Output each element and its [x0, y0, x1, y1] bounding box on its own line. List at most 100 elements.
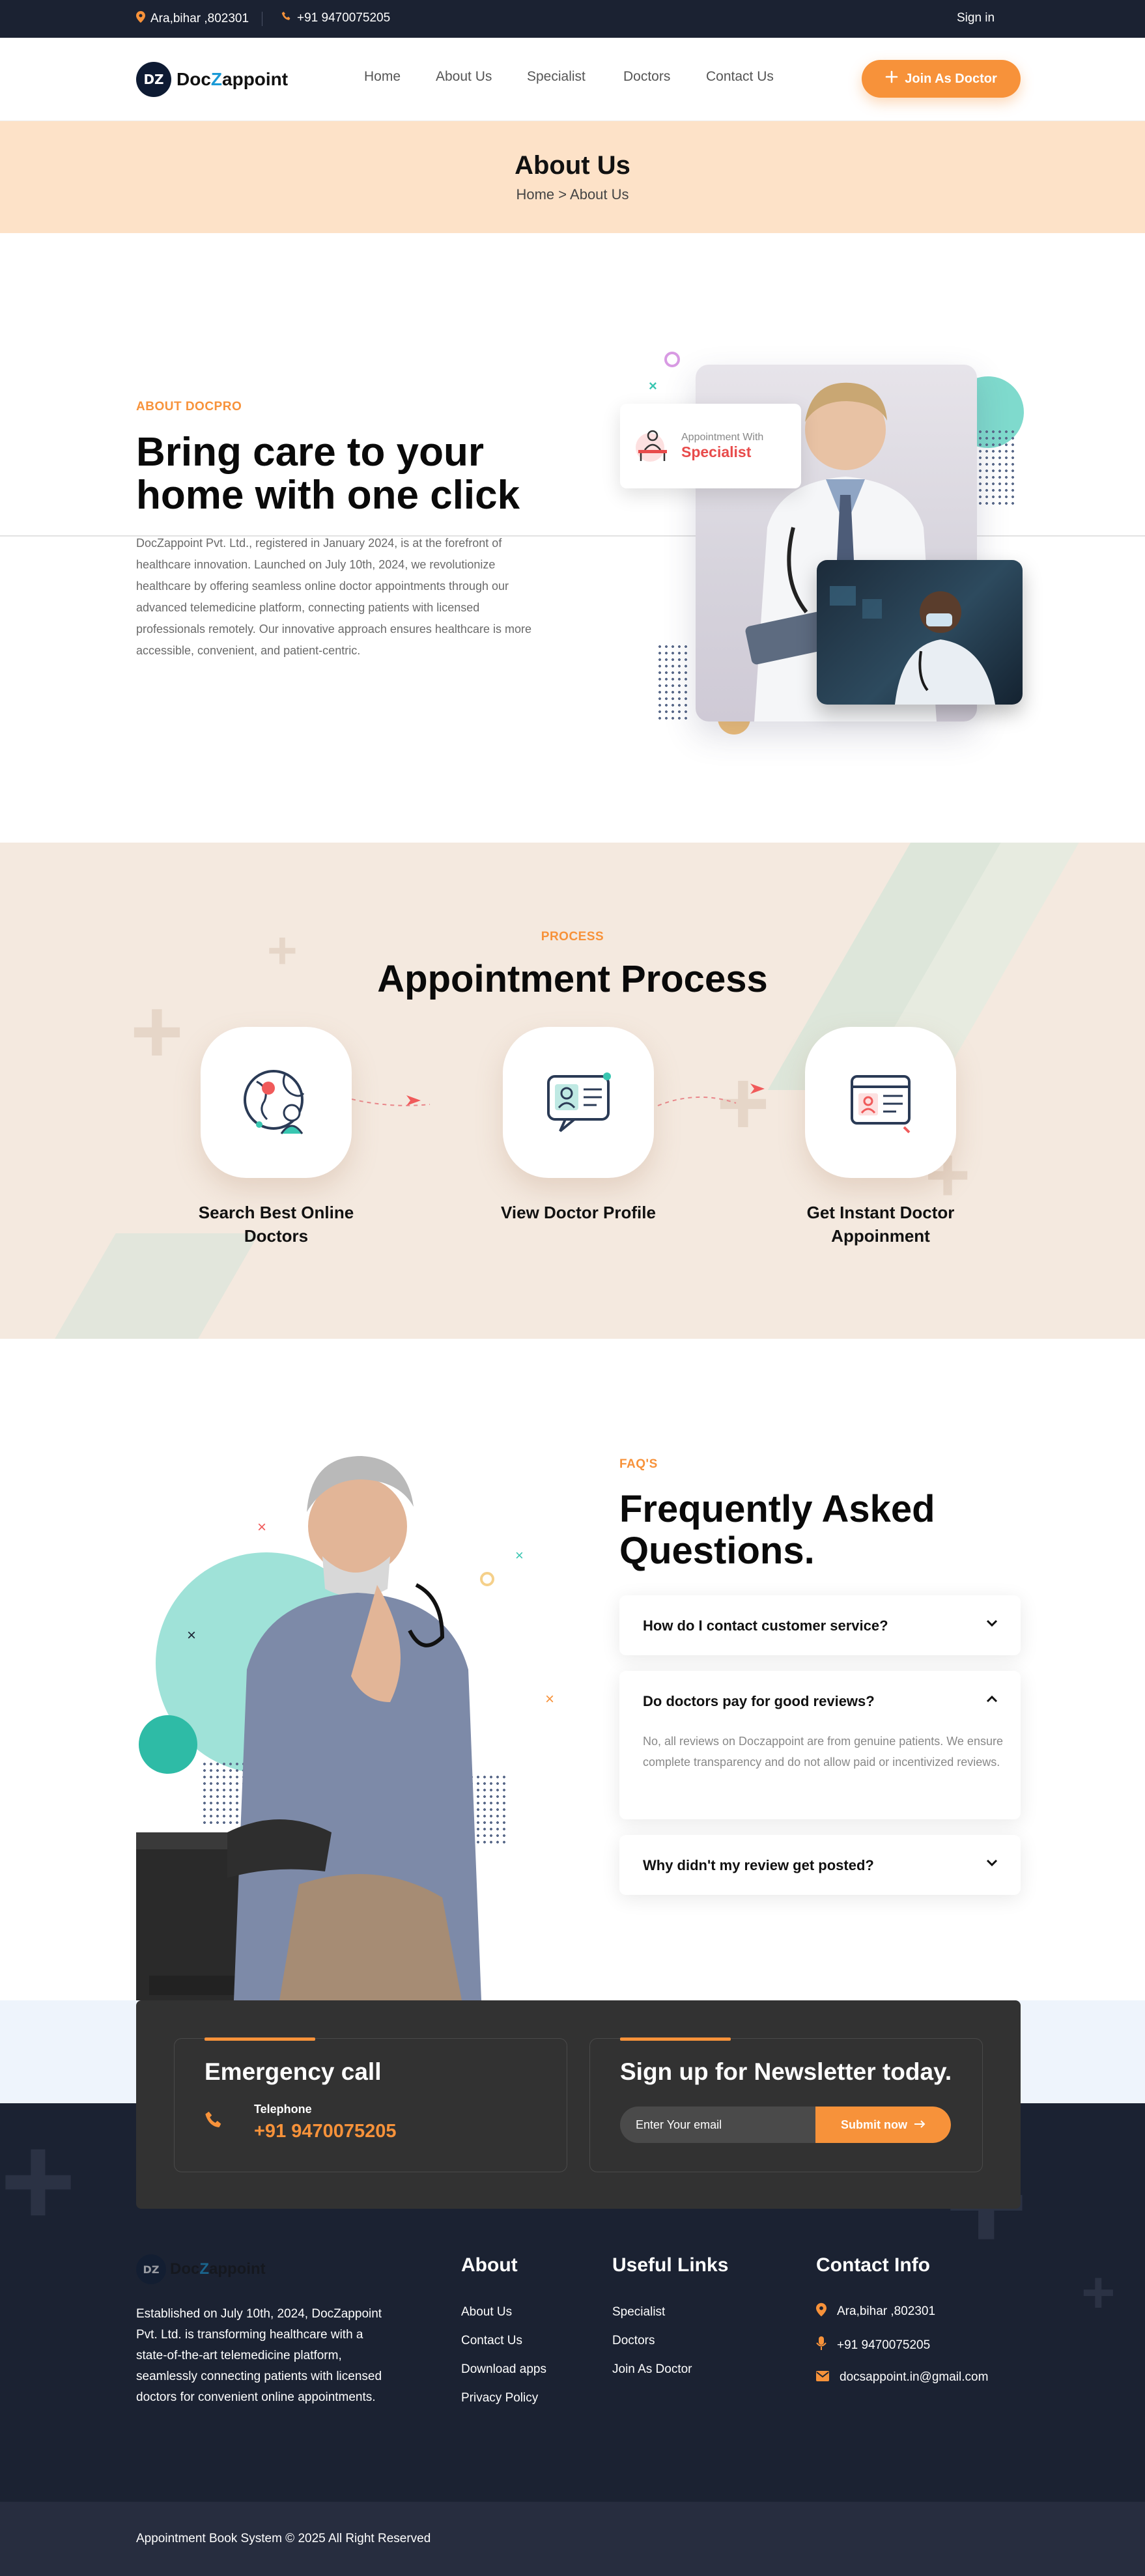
- join-as-doctor-label: Join As Doctor: [905, 71, 997, 86]
- dots-decoration: [970, 428, 1016, 507]
- step-search-label: Search Best Online Doctors: [198, 1203, 354, 1246]
- faq-question: How do I contact customer service?: [643, 1617, 888, 1634]
- process-title: Appointment Process: [377, 958, 768, 1000]
- cross-decoration: ×: [649, 378, 657, 394]
- cta-card: Emergency call Telephone +91 9470075205 …: [136, 2000, 1021, 2209]
- footer-link-privacy[interactable]: Privacy Policy: [461, 2391, 538, 2405]
- breadcrumb: Home > About Us: [0, 186, 1145, 203]
- page-title: About Us: [515, 151, 630, 180]
- mail-icon: [816, 2370, 829, 2385]
- about-paragraph: DocZappoint Pvt. Ltd., registered in Jan…: [136, 537, 531, 657]
- step-appointment-label: Get Instant Doctor Appoinment: [806, 1203, 955, 1246]
- appointment-small-text: Appointment With: [681, 431, 764, 443]
- submit-label: Submit now: [841, 2118, 907, 2131]
- step-profile-card[interactable]: [503, 1027, 654, 1178]
- orange-accent-line: [205, 2037, 315, 2041]
- globe-doctor-icon: [237, 1062, 315, 1143]
- faq-item-review-posted[interactable]: Why didn't my review get posted?: [619, 1835, 1021, 1895]
- faq-answer: No, all reviews on Doczappoint are from …: [643, 1735, 1003, 1769]
- copyright-bar: Appointment Book System © 2025 All Right…: [0, 2502, 1145, 2576]
- footer-link-contact-us[interactable]: Contact Us: [461, 2334, 522, 2348]
- newsletter-submit-button[interactable]: Submit now: [815, 2107, 951, 2143]
- breadcrumb-home[interactable]: Home: [516, 186, 554, 203]
- topbar-address: Ara,bihar ,802301: [136, 11, 249, 27]
- footer-about-heading: About: [461, 2254, 518, 2276]
- join-as-doctor-button[interactable]: Join As Doctor: [862, 60, 1021, 98]
- breadcrumb-separator: >: [558, 186, 567, 203]
- about-heading: Bring care to your home with one click: [136, 430, 520, 518]
- appointment-card: Appointment With Specialist: [620, 404, 801, 488]
- footer-link-join[interactable]: Join As Doctor: [612, 2362, 692, 2377]
- step-search-card[interactable]: [201, 1027, 352, 1178]
- plus-icon: [885, 70, 898, 87]
- footer-contact-phone[interactable]: +91 9470075205: [816, 2336, 930, 2354]
- header: DZ DocZappoint Home About Us Specialist …: [0, 38, 1145, 121]
- breadcrumb-current: About Us: [570, 186, 629, 203]
- faq-title: Frequently Asked Questions.: [619, 1488, 935, 1572]
- about-eyebrow: ABOUT DOCPRO: [136, 400, 242, 413]
- page-banner: About Us Home > About Us: [0, 121, 1145, 233]
- newsletter-email-input[interactable]: [620, 2107, 815, 2143]
- telephone-label: Telephone: [254, 2103, 312, 2116]
- arrow-right-icon: [914, 2118, 926, 2132]
- topbar-phone[interactable]: +91 9470075205: [281, 11, 390, 25]
- faq-question: Why didn't my review get posted?: [643, 1857, 874, 1873]
- topbar-phone-text: +91 9470075205: [297, 11, 391, 25]
- dots-decoration-left: [657, 643, 689, 721]
- phone-icon: [281, 11, 292, 25]
- nav-home[interactable]: Home: [364, 69, 401, 85]
- footer-contact-email[interactable]: docsappoint.in@gmail.com: [816, 2370, 988, 2385]
- doctor-desk-icon: [633, 425, 672, 468]
- plus-decoration: +: [130, 980, 184, 1082]
- nav-contact[interactable]: Contact Us: [706, 69, 774, 85]
- appointment-screen-icon: [841, 1062, 920, 1143]
- signin-link[interactable]: Sign in: [957, 11, 995, 25]
- telephone-number[interactable]: +91 9470075205: [254, 2121, 397, 2142]
- footer-contact-heading: Contact Info: [816, 2254, 930, 2276]
- step-profile-label: View Doctor Profile: [501, 1203, 656, 1222]
- ring-decoration: [664, 352, 680, 367]
- newsletter-form: Submit now: [620, 2107, 951, 2143]
- chevron-up-icon: [985, 1690, 998, 1707]
- top-bar: Ara,bihar ,802301 +91 9470075205 Sign in: [0, 0, 1145, 38]
- logo-text: DocZappoint: [177, 69, 289, 89]
- topbar-address-text: Ara,bihar ,802301: [150, 12, 249, 25]
- footer-logo[interactable]: DZ DocZappoint: [136, 2254, 266, 2284]
- faq-question: Do doctors pay for good reviews?: [643, 1693, 875, 1709]
- process-section: + + + + PROCESS Appointment Process Sear…: [0, 843, 1145, 1339]
- emergency-box: Emergency call Telephone +91 9470075205: [174, 2037, 567, 2172]
- copyright-text: Appointment Book System © 2025 All Right…: [136, 2532, 431, 2545]
- footer-link-specialist[interactable]: Specialist: [612, 2305, 665, 2319]
- location-pin-icon: [816, 2303, 827, 2320]
- footer-about-text: Established on July 10th, 2024, DocZappo…: [136, 2307, 382, 2404]
- process-eyebrow: PROCESS: [541, 930, 604, 944]
- thinking-man-photo: [136, 1456, 481, 2000]
- footer-contact-address: Ara,bihar ,802301: [816, 2303, 935, 2320]
- footer-link-about-us[interactable]: About Us: [461, 2305, 512, 2319]
- newsletter-title: Sign up for Newsletter today.: [620, 2058, 952, 2085]
- teal-stripe-decoration-3: [40, 1233, 259, 1339]
- orange-accent-line: [620, 2037, 731, 2041]
- about-illustration: × Appointment With Specialist: [620, 352, 1024, 735]
- footer-link-download-apps[interactable]: Download apps: [461, 2362, 546, 2377]
- nav-specialist[interactable]: Specialist: [527, 69, 586, 85]
- faq-illustration: × × × ×: [136, 1429, 554, 2000]
- chevron-down-icon: [985, 1855, 998, 1871]
- profile-chat-icon: [539, 1062, 617, 1143]
- footer-link-doctors[interactable]: Doctors: [612, 2334, 655, 2348]
- plus-decoration-3: +: [1081, 2260, 1116, 2325]
- chevron-down-icon: [985, 1615, 998, 1632]
- nav-doctors[interactable]: Doctors: [623, 69, 670, 85]
- signin-label: Sign in: [957, 11, 995, 25]
- faq-eyebrow: FAQ'S: [619, 1457, 658, 1471]
- step-appointment-card[interactable]: [805, 1027, 956, 1178]
- faq-item-contact[interactable]: How do I contact customer service?: [619, 1595, 1021, 1655]
- faq-item-reviews[interactable]: Do doctors pay for good reviews? No, all…: [619, 1671, 1021, 1819]
- microphone-icon: [816, 2336, 827, 2354]
- appointment-specialist-text: Specialist: [681, 443, 752, 460]
- phone-icon: [205, 2110, 224, 2133]
- plus-decoration: +: [0, 2108, 76, 2254]
- logo[interactable]: DZ DocZappoint: [136, 62, 288, 97]
- doctor-phone-photo: [817, 560, 1023, 705]
- nav-about[interactable]: About Us: [436, 69, 492, 85]
